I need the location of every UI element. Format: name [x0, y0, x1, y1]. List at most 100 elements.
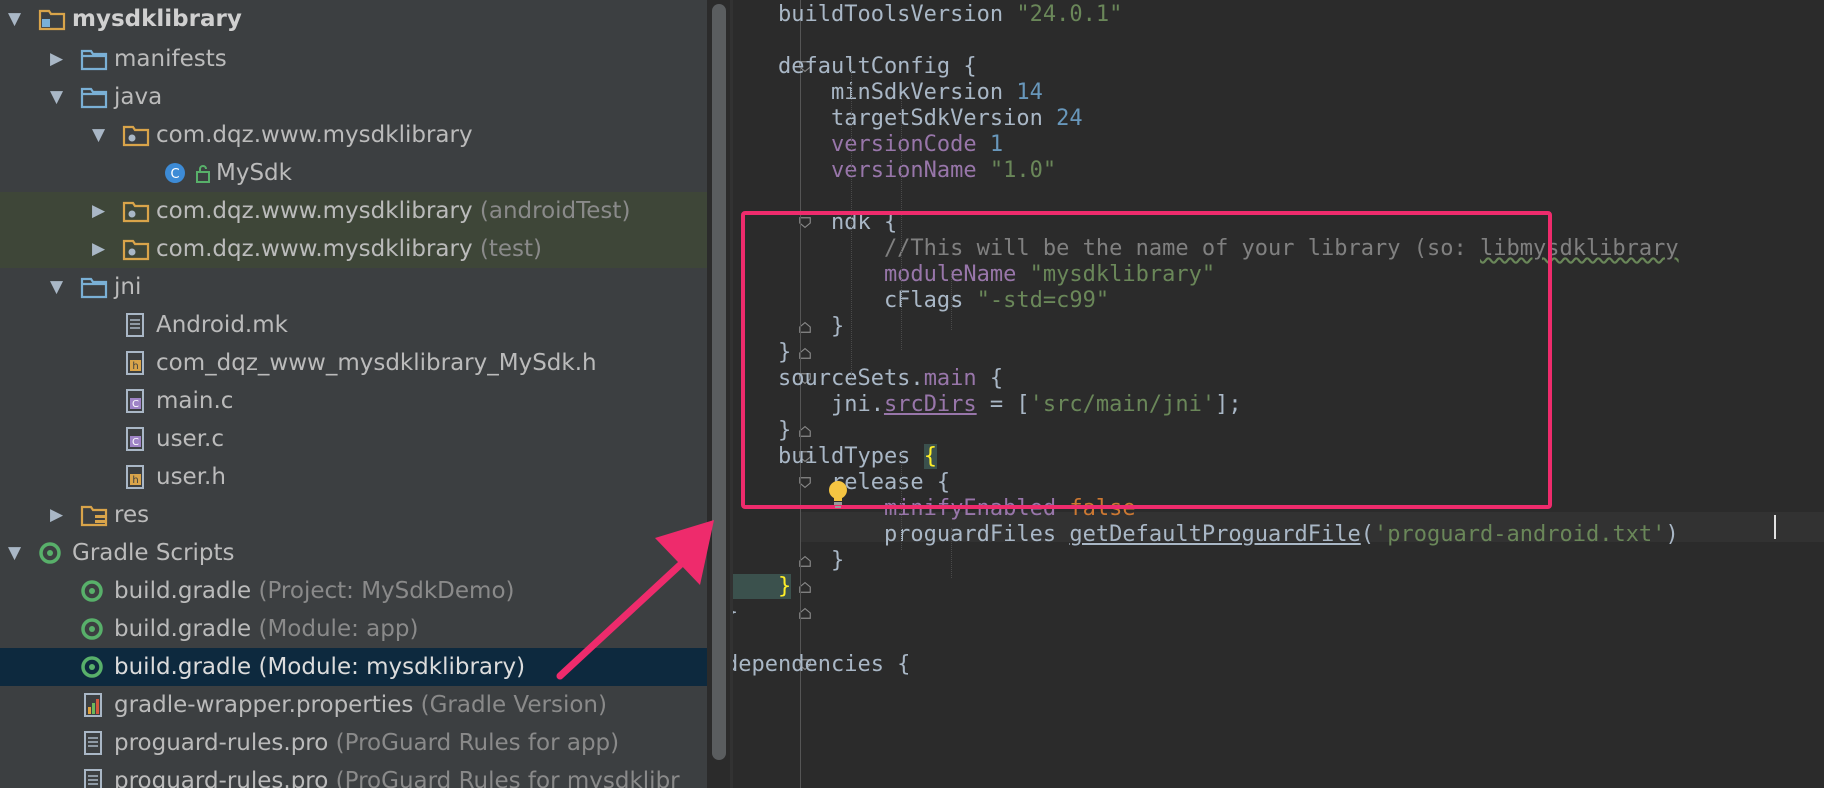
expand-arrow-icon[interactable]: ▶ — [50, 40, 63, 78]
code-token: } — [733, 574, 792, 599]
tree-item-label: Android.mk — [156, 312, 288, 338]
h-file-icon: h — [122, 465, 150, 495]
tree-item-label: main.c — [156, 388, 234, 414]
tree-item-label: mysdklibrary — [72, 6, 242, 32]
tree-item[interactable]: build.gradle (Project: MySdkDemo) — [0, 572, 707, 610]
collapse-arrow-icon[interactable]: ▼ — [50, 78, 63, 116]
expand-arrow-icon[interactable]: ▶ — [92, 230, 105, 268]
folder-icon — [80, 275, 108, 305]
lightbulb-icon[interactable] — [826, 478, 850, 510]
tree-item-suffix: (Module: mysdklibrary) — [251, 654, 526, 680]
gradle-icon — [80, 579, 108, 609]
code-token: dependencies { — [733, 652, 911, 677]
tree-item[interactable]: gradle-wrapper.properties (Gradle Versio… — [0, 686, 707, 724]
folder-icon — [80, 47, 108, 77]
package-icon — [122, 199, 150, 229]
tree-item-suffix: (androidTest) — [472, 198, 631, 224]
tree-item[interactable]: ▼ Gradle Scripts — [0, 534, 707, 572]
res-folder-icon — [80, 503, 108, 533]
svg-text:h: h — [132, 361, 138, 372]
tree-item[interactable]: ▶ manifests — [0, 40, 707, 78]
code-token: getDefaultProguardFile — [1069, 522, 1361, 547]
code-token: versionName — [733, 158, 990, 183]
svg-text:C: C — [132, 399, 139, 410]
tree-item-label: com.dqz.www.mysdklibrary — [156, 122, 473, 148]
code-token: } — [733, 548, 845, 573]
tree-item[interactable]: h user.h — [0, 458, 707, 496]
tree-item[interactable]: ▶ com.dqz.www.mysdklibrary (androidTest) — [0, 192, 707, 230]
tree-item[interactable]: C MySdk — [0, 154, 707, 192]
code-line[interactable] — [733, 676, 1816, 706]
tree-item-label: com.dqz.www.mysdklibrary — [156, 236, 473, 262]
tree-item-label: build.gradle — [114, 616, 252, 642]
expand-arrow-icon[interactable]: ▶ — [50, 496, 63, 534]
tree-item[interactable]: Cmain.c — [0, 382, 707, 420]
tree-item-label: res — [114, 502, 150, 528]
c-file-icon: C — [122, 389, 150, 419]
code-token: "1.0" — [989, 158, 1057, 183]
gradle-icon — [80, 617, 108, 647]
tree-item-suffix: (test) — [472, 236, 543, 262]
ndk-config-highlight-box — [741, 211, 1552, 509]
tree-item-label: manifests — [114, 46, 227, 72]
collapse-arrow-icon[interactable]: ▼ — [8, 534, 21, 572]
tree-item[interactable]: proguard-rules.pro (ProGuard Rules for m… — [0, 762, 707, 788]
module-folder-icon — [38, 7, 66, 37]
tree-item-label: com.dqz.www.mysdklibrary — [156, 198, 473, 224]
tree-item-label: user.c — [156, 426, 225, 452]
tree-item-suffix: (Gradle Version) — [413, 692, 607, 718]
class-icon: C — [164, 161, 210, 191]
tree-item[interactable]: h com_dqz_www_mysdklibrary_MySdk.h — [0, 344, 707, 382]
tree-item[interactable]: Android.mk — [0, 306, 707, 344]
tree-item[interactable]: build.gradle (Module: mysdklibrary) — [0, 648, 707, 686]
collapse-arrow-icon[interactable]: ▼ — [92, 116, 105, 154]
h-file-icon: h — [122, 351, 150, 381]
c-file-icon: C — [122, 427, 150, 457]
code-token: targetSdkVersion — [733, 106, 1057, 131]
tree-item-label: proguard-rules.pro — [114, 730, 329, 756]
collapse-arrow-icon[interactable]: ▼ — [8, 0, 21, 38]
svg-text:C: C — [132, 437, 139, 448]
collapse-arrow-icon[interactable]: ▼ — [50, 268, 63, 306]
text-file-icon — [122, 313, 150, 343]
text-file-icon — [80, 731, 108, 761]
properties-file-icon — [80, 693, 108, 723]
tree-item[interactable]: ▼ com.dqz.www.mysdklibrary — [0, 116, 707, 154]
tree-item[interactable]: ▶ com.dqz.www.mysdklibrary (test) — [0, 230, 707, 268]
expand-arrow-icon[interactable]: ▶ — [92, 192, 105, 230]
tree-item-suffix: (Project: MySdkDemo) — [251, 578, 515, 604]
tree-item[interactable]: ▼ mysdklibrary — [0, 0, 707, 38]
code-token: 24 — [1056, 106, 1083, 131]
code-token: minSdkVersion — [733, 80, 1017, 105]
code-token: buildToolsVersion — [733, 2, 1017, 27]
tree-item[interactable]: proguard-rules.pro (ProGuard Rules for a… — [0, 724, 707, 762]
project-tree-scrollbar[interactable] — [712, 4, 726, 760]
tree-item-label: proguard-rules.pro — [114, 768, 329, 788]
code-token: } — [733, 600, 738, 625]
tree-item-label: build.gradle — [114, 578, 252, 604]
tree-item[interactable]: Cuser.c — [0, 420, 707, 458]
tree-item-label: java — [114, 84, 163, 110]
text-file-icon — [80, 769, 108, 788]
indent-guide — [951, 528, 952, 578]
code-token: versionCode — [733, 132, 990, 157]
gradle-icon — [38, 541, 66, 571]
tree-item-label: MySdk — [216, 160, 292, 186]
code-token: ( — [1360, 522, 1375, 547]
tree-item-label: build.gradle — [114, 654, 252, 680]
code-token: 1 — [989, 132, 1004, 157]
tree-item-label: jni — [114, 274, 142, 300]
tree-item[interactable]: ▼ java — [0, 78, 707, 116]
text-caret — [1774, 515, 1776, 539]
tree-item-suffix: (ProGuard Rules for mysdklibr — [328, 768, 680, 788]
tree-item[interactable]: build.gradle (Module: app) — [0, 610, 707, 648]
tree-item[interactable]: ▶ res — [0, 496, 707, 534]
code-token: 'proguard-android.txt' — [1374, 522, 1666, 547]
tree-item-label: gradle-wrapper.properties — [114, 692, 414, 718]
tree-item-label: com_dqz_www_mysdklibrary_MySdk.h — [156, 350, 597, 376]
code-token: 14 — [1016, 80, 1043, 105]
code-token: defaultConfig { — [733, 54, 977, 79]
code-token: "24.0.1" — [1016, 2, 1123, 27]
tree-item[interactable]: ▼ jni — [0, 268, 707, 306]
